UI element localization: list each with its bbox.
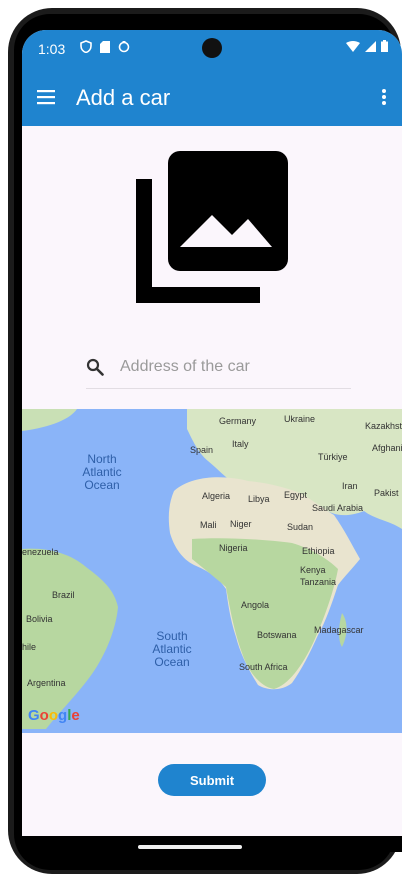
- map-place-label: Afghanis: [372, 443, 402, 453]
- map-view[interactable]: North Atlantic Ocean South Atlantic Ocea…: [22, 409, 402, 733]
- sd-card-icon: [100, 40, 110, 53]
- front-camera: [202, 38, 222, 58]
- map-place-label: Tanzania: [300, 577, 337, 587]
- status-time: 1:03: [38, 41, 66, 57]
- map-place-label: Botswana: [257, 630, 297, 640]
- signal-icon: [365, 40, 376, 52]
- google-logo: Google: [28, 707, 80, 724]
- map-place-label: South Africa: [239, 662, 288, 672]
- status-system-icons: [346, 40, 388, 52]
- status-bar: 1:03: [22, 30, 402, 70]
- map-place-label: Libya: [248, 494, 270, 504]
- map-place-label: Türkiye: [318, 452, 348, 462]
- map-place-label: Niger: [230, 519, 252, 529]
- map-place-label: Spain: [190, 445, 214, 455]
- map-place-label: enezuela: [22, 547, 59, 557]
- map-place-label: Egypt: [284, 490, 308, 500]
- map-ocean-label: South Atlantic Ocean: [152, 629, 192, 669]
- photo-library-icon[interactable]: [136, 151, 288, 303]
- page-title: Add a car: [76, 85, 171, 110]
- map-place-label: Germany: [219, 416, 257, 426]
- map-place-label: Argentina: [27, 678, 66, 688]
- map-place-label: Sudan: [287, 522, 314, 532]
- battery-icon: [381, 40, 388, 52]
- app-screen: 1:03 Add a car Address of the car North …: [22, 30, 402, 852]
- map-place-label: Kazakhst: [365, 421, 402, 431]
- wifi-icon: [346, 40, 360, 52]
- map-place-label: Nigeria: [219, 543, 248, 553]
- bottom-system-bar: [22, 836, 402, 852]
- map-place-label: Kenya: [300, 565, 326, 575]
- map-place-label: Ukraine: [284, 414, 316, 424]
- address-search-field[interactable]: [86, 348, 351, 389]
- vpn-shield-icon: [80, 40, 92, 53]
- sync-circle-icon: [118, 40, 130, 52]
- map-place-label: Brazil: [52, 590, 75, 600]
- more-options-icon[interactable]: [376, 86, 392, 110]
- map-place-label: Algeria: [202, 491, 231, 501]
- map-place-label: Iran: [342, 481, 358, 491]
- map-place-label: Ethiopia: [302, 546, 335, 556]
- top-app-bar: Add a car: [22, 70, 402, 126]
- map-place-label: Mali: [200, 520, 217, 530]
- submit-button[interactable]: Submit: [158, 764, 266, 796]
- map-place-label: Saudi Arabia: [312, 503, 364, 513]
- map-place-label: Pakist: [374, 488, 399, 498]
- map-place-label: Bolivia: [26, 614, 53, 624]
- map-place-label: Angola: [241, 600, 270, 610]
- address-input[interactable]: [120, 354, 340, 380]
- map-ocean-label: North Atlantic Ocean: [82, 452, 122, 492]
- status-notification-icons: [80, 40, 130, 53]
- map-place-label: hile: [22, 642, 37, 652]
- map-place-label: Italy: [232, 439, 249, 449]
- map-place-label: Madagascar: [314, 625, 364, 635]
- gesture-navigation-handle[interactable]: [138, 845, 242, 849]
- menu-icon[interactable]: [36, 86, 58, 108]
- search-icon: [86, 358, 104, 376]
